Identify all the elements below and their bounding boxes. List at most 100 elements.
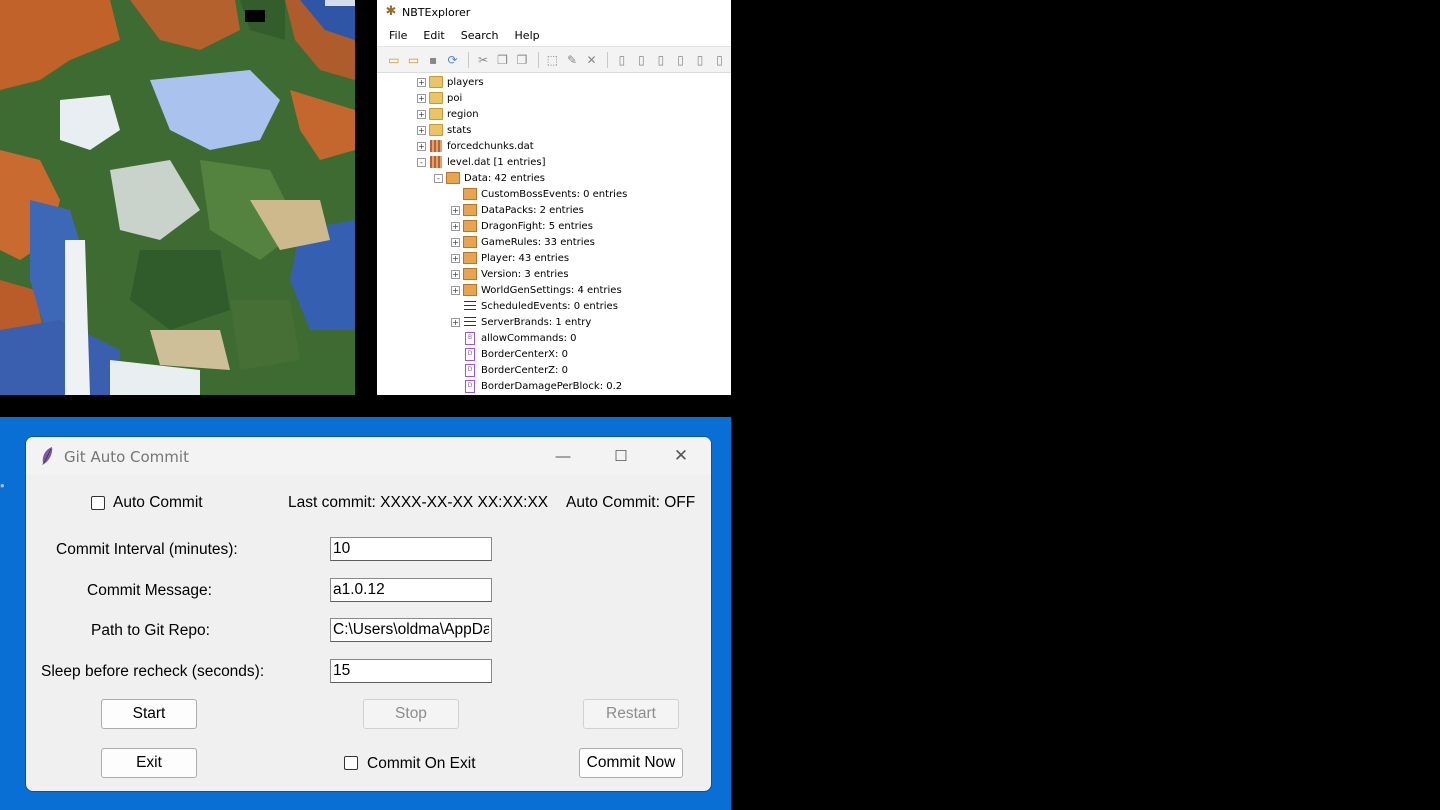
expand-icon[interactable]: + [417, 109, 426, 119]
save-icon[interactable]: ▪ [425, 51, 441, 68]
expand-icon[interactable]: + [451, 237, 460, 247]
expand-icon[interactable]: + [417, 77, 426, 87]
compound-tag-icon-glyph [463, 284, 477, 296]
compound-tag-icon-glyph [446, 172, 460, 184]
nbt-window-title: NBTExplorer [402, 5, 471, 19]
open-folder-icon[interactable]: ▭ [406, 51, 422, 68]
menu-file[interactable]: File [381, 29, 415, 42]
add-byte-tag-icon[interactable]: ▯ [614, 51, 630, 68]
tree-node[interactable]: ScheduledEvents: 0 entries [451, 298, 618, 314]
commit-message-label: Commit Message: [87, 582, 212, 599]
commit-interval-input[interactable] [330, 537, 492, 561]
close-icon[interactable]: ✕ [661, 443, 701, 469]
commit-now-button[interactable]: Commit Now [579, 748, 683, 778]
commit-message-input[interactable] [330, 578, 492, 602]
restart-button[interactable]: Restart [583, 699, 679, 729]
paste-icon[interactable]: ❐ [514, 51, 530, 68]
tree-node-label: BorderCenterZ: 0 [481, 364, 568, 376]
expand-icon[interactable]: + [451, 285, 460, 295]
tree-node-label: forcedchunks.dat [447, 140, 534, 152]
tree-node[interactable]: - level.dat [1 entries] [417, 154, 546, 170]
expand-icon[interactable]: + [417, 125, 426, 135]
rename-icon[interactable]: ⬚ [544, 51, 560, 68]
edit-icon[interactable]: ✎ [564, 51, 580, 68]
add-double-tag-icon[interactable]: ▯ [712, 51, 728, 68]
compound-tag-icon-glyph [463, 236, 477, 248]
minecraft-map-image [0, 0, 355, 395]
tree-node[interactable]: D BorderCenterX: 0 [451, 346, 568, 362]
tree-node[interactable]: CustomBossEvents: 0 entries [451, 186, 627, 202]
refresh-icon[interactable]: ⟳ [445, 51, 461, 68]
commit-on-exit-label: Commit On Exit [367, 755, 476, 772]
tree-node[interactable]: + DragonFight: 5 entries [451, 218, 593, 234]
start-button[interactable]: Start [101, 699, 197, 729]
tree-node-label: Player: 43 entries [481, 252, 570, 264]
stop-button[interactable]: Stop [363, 699, 459, 729]
nbt-tree-view[interactable]: + players + poi + region + stats + forcedchunks.d… [377, 73, 731, 393]
menu-edit[interactable]: Edit [415, 29, 452, 42]
list-tag-icon-glyph [464, 316, 476, 328]
collapse-icon[interactable]: - [434, 173, 443, 183]
exit-button[interactable]: Exit [101, 748, 197, 778]
commit-on-exit-checkbox[interactable] [344, 756, 358, 770]
tree-node[interactable]: + DataPacks: 2 entries [451, 202, 584, 218]
tree-node[interactable]: - Data: 42 entries [434, 170, 545, 186]
maximize-icon[interactable]: ☐ [601, 443, 641, 469]
tree-node[interactable]: + Player: 43 entries [451, 250, 569, 266]
collapse-icon[interactable]: - [417, 157, 426, 167]
menu-help[interactable]: Help [507, 29, 548, 42]
repo-path-input[interactable] [330, 618, 492, 642]
value-tag-icon-glyph: B [465, 331, 475, 345]
add-float-tag-icon[interactable]: ▯ [692, 51, 708, 68]
tree-node[interactable]: + stats [417, 122, 471, 138]
expand-icon[interactable]: + [451, 269, 460, 279]
minimize-icon[interactable]: — [543, 443, 583, 469]
expand-icon[interactable]: + [417, 93, 426, 103]
copy-icon[interactable]: ❐ [495, 51, 511, 68]
value-tag-icon-glyph: D [465, 347, 475, 361]
expand-icon[interactable]: + [451, 205, 460, 215]
expand-icon[interactable]: + [451, 221, 460, 231]
tree-node[interactable]: + Version: 3 entries [451, 266, 569, 282]
expand-icon[interactable]: + [417, 141, 426, 151]
nbt-file-icon-glyph [430, 140, 442, 152]
tree-node-label: WorldGenSettings: 4 entries [481, 284, 622, 296]
tree-node[interactable]: D BorderDamagePerBlock: 0.2 [451, 378, 622, 394]
tree-node-label: region [447, 108, 479, 120]
tree-node-label: BorderCenterX: 0 [481, 348, 568, 360]
tree-node[interactable]: + region [417, 106, 479, 122]
tree-node[interactable]: + forcedchunks.dat [417, 138, 534, 154]
repo-path-label: Path to Git Repo: [91, 622, 210, 639]
delete-icon[interactable]: ✕ [584, 51, 600, 68]
auto-commit-status: Auto Commit: OFF [566, 494, 696, 511]
toolbar-separator [537, 51, 541, 68]
nbt-file-icon-glyph [430, 156, 442, 168]
tree-node[interactable]: + WorldGenSettings: 4 entries [451, 282, 622, 298]
folder-icon-glyph [429, 124, 443, 136]
sleep-recheck-input[interactable] [330, 659, 492, 683]
cut-icon[interactable]: ✂ [475, 51, 491, 68]
tree-node[interactable]: + poi [417, 90, 462, 106]
value-tag-icon-glyph: D [465, 379, 475, 393]
expand-icon[interactable]: + [451, 253, 460, 263]
compound-tag-icon-glyph [463, 220, 477, 232]
add-int-tag-icon[interactable]: ▯ [653, 51, 669, 68]
folder-icon-glyph [429, 108, 443, 120]
nbtexplorer-window: ✱ NBTExplorer File Edit Search Help ▭ ▭ … [377, 0, 731, 395]
list-tag-icon [463, 300, 477, 312]
tree-node[interactable]: BallowCommands: 0 [451, 330, 577, 346]
nbt-file-icon [429, 140, 443, 152]
auto-commit-checkbox[interactable] [91, 496, 105, 510]
folder-icon [429, 92, 443, 104]
menu-search[interactable]: Search [453, 29, 507, 42]
open-file-icon[interactable]: ▭ [386, 51, 402, 68]
tree-node[interactable]: + ServerBrands: 1 entry [451, 314, 591, 330]
add-long-tag-icon[interactable]: ▯ [673, 51, 689, 68]
tree-node[interactable]: + GameRules: 33 entries [451, 234, 595, 250]
tree-node[interactable]: + players [417, 74, 484, 90]
commit-interval-label: Commit Interval (minutes): [56, 541, 238, 558]
tree-node[interactable]: D BorderCenterZ: 0 [451, 362, 568, 378]
nbtexplorer-app-icon: ✱ [385, 4, 397, 19]
expand-icon[interactable]: + [451, 317, 460, 327]
add-short-tag-icon[interactable]: ▯ [633, 51, 649, 68]
